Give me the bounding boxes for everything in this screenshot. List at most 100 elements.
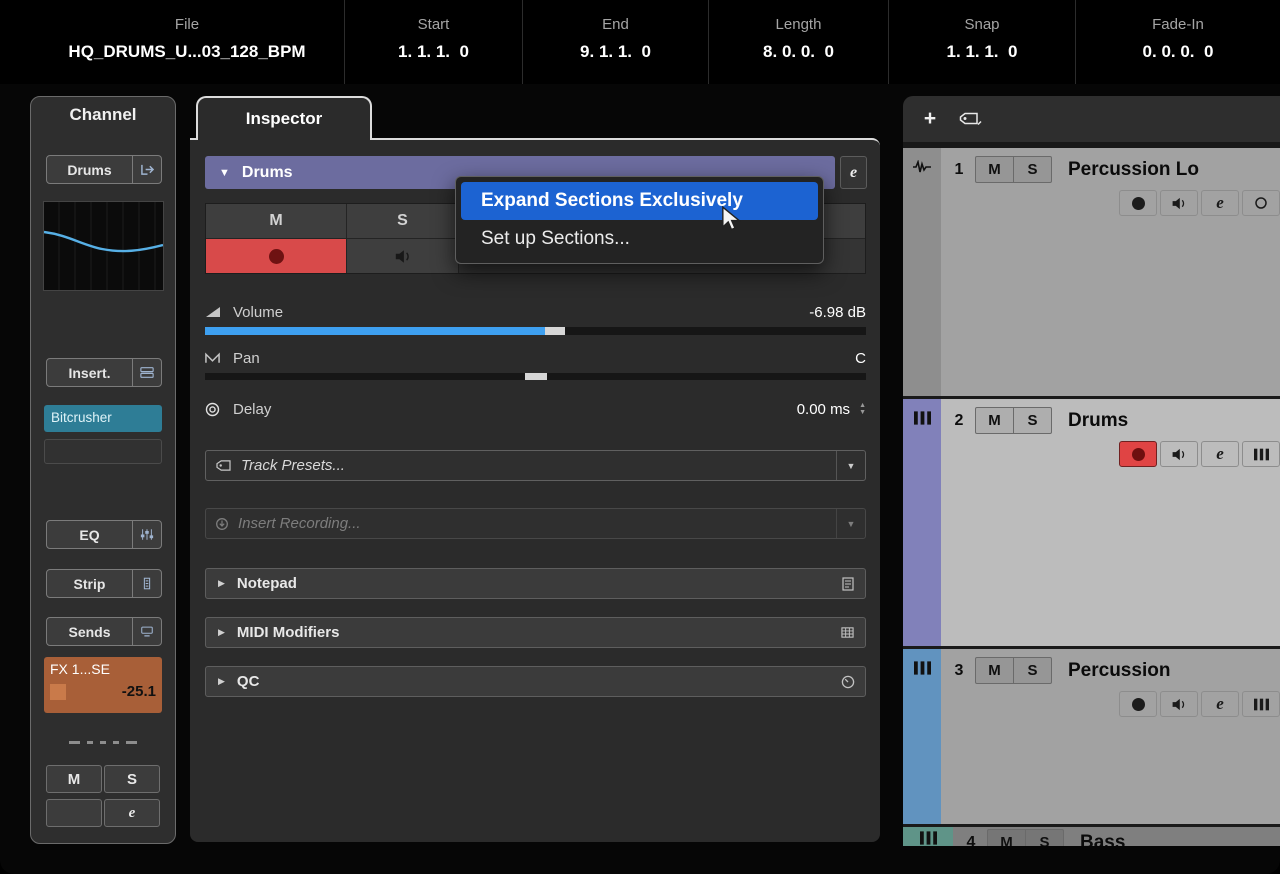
pan-slider[interactable] — [205, 373, 866, 380]
inserts-button[interactable]: Insert. — [46, 358, 162, 387]
piano-keys-icon — [1254, 448, 1269, 461]
track-row-2[interactable]: 2 M S Drums e — [903, 399, 1280, 649]
channel-mute-button[interactable]: M — [46, 765, 102, 793]
info-value-length[interactable]: 8. 0. 0. 0 — [763, 42, 834, 62]
eq-icon[interactable] — [132, 521, 161, 548]
track-solo-button[interactable]: S — [1026, 830, 1063, 846]
qc-label: QC — [237, 673, 260, 690]
channel-solo-button[interactable]: S — [104, 765, 160, 793]
record-enable-button[interactable] — [206, 239, 346, 273]
delay-stepper[interactable]: ▲▼ — [859, 402, 866, 416]
insert-rack-icon[interactable] — [132, 359, 161, 386]
info-label-file: File — [175, 16, 199, 33]
track-mute-button[interactable]: M — [976, 157, 1014, 182]
track-record-button[interactable] — [1119, 441, 1157, 467]
info-col-fadein: Fade-In 0. 0. 0. 0 — [1076, 0, 1280, 84]
stepper-down-icon[interactable]: ▼ — [859, 409, 866, 416]
monitor-button[interactable] — [347, 239, 458, 273]
channel-blank-button[interactable] — [46, 799, 102, 827]
channel-strip-icon[interactable] — [132, 570, 161, 597]
inspector-mute-button[interactable]: M — [206, 204, 346, 238]
track-presets-combo[interactable]: Track Presets... ▼ — [205, 450, 866, 481]
track-record-button[interactable] — [1119, 190, 1157, 216]
track-name[interactable]: Bass — [1080, 832, 1125, 847]
add-track-button[interactable]: + — [915, 105, 945, 133]
channel-mute-solo-row: M S — [46, 765, 160, 793]
track-3-color-strip[interactable] — [903, 649, 941, 824]
track-mute-button[interactable]: M — [988, 830, 1026, 846]
track-mute-button[interactable]: M — [976, 658, 1014, 683]
stepper-up-icon[interactable]: ▲ — [859, 402, 866, 409]
menu-item-set-up-sections[interactable]: Set up Sections... — [461, 220, 818, 258]
insert-recording-combo[interactable]: Insert Recording... ▼ — [205, 508, 866, 539]
section-notepad[interactable]: ▶ Notepad — [205, 568, 866, 599]
track-solo-button[interactable]: S — [1014, 658, 1051, 683]
pan-value[interactable]: C — [855, 350, 866, 367]
track-edit-button[interactable]: e — [1201, 190, 1239, 216]
track-presets-dropdown-icon[interactable]: ▼ — [836, 451, 865, 480]
track-freeze-button[interactable] — [1242, 190, 1280, 216]
strip-button[interactable]: Strip — [46, 569, 162, 598]
tab-inspector[interactable]: Inspector — [196, 96, 372, 140]
info-value-fadein[interactable]: 0. 0. 0. 0 — [1143, 42, 1214, 62]
track-name[interactable]: Percussion — [1068, 660, 1170, 682]
track-open-editor-button[interactable] — [1242, 691, 1280, 717]
channel-route-button[interactable]: Drums — [46, 155, 162, 184]
track-edit-button[interactable]: e — [1201, 441, 1239, 467]
track-solo-button[interactable]: S — [1014, 157, 1051, 182]
pan-slider-handle[interactable] — [525, 373, 547, 380]
volume-slider[interactable] — [205, 327, 866, 335]
track-monitor-button[interactable] — [1160, 691, 1198, 717]
pan-icon — [205, 352, 225, 364]
track-record-button[interactable] — [1119, 691, 1157, 717]
track-row-4[interactable]: 4 M S Bass — [903, 827, 1280, 846]
track-row-1[interactable]: 1 M S Percussion Lo e — [903, 148, 1280, 399]
track-solo-button[interactable]: S — [1014, 408, 1051, 433]
fx-send-slot[interactable]: FX 1...SE -25.1 — [44, 657, 162, 713]
section-midi-modifiers[interactable]: ▶ MIDI Modifiers — [205, 617, 866, 648]
delay-label: Delay — [233, 401, 271, 418]
info-value-file[interactable]: HQ_DRUMS_U...03_128_BPM — [68, 42, 305, 62]
info-col-snap: Snap 1. 1. 1. 0 — [889, 0, 1076, 84]
channel-edit-button[interactable]: e — [104, 799, 160, 827]
track-monitor-button[interactable] — [1160, 190, 1198, 216]
insert-recording-dropdown-icon[interactable]: ▼ — [836, 509, 865, 538]
track-preset-button[interactable] — [955, 105, 985, 133]
track-name[interactable]: Percussion Lo — [1068, 159, 1199, 181]
track-edit-button[interactable]: e — [1201, 691, 1239, 717]
expand-arrow-icon[interactable]: ▶ — [218, 676, 225, 687]
insert-slot-empty[interactable] — [44, 439, 162, 464]
eq-label: EQ — [47, 521, 132, 548]
menu-item-expand-sections-exclusively[interactable]: Expand Sections Exclusively — [461, 182, 818, 220]
channel-curve — [44, 202, 163, 290]
piano-keys-icon — [914, 661, 931, 675]
info-value-start[interactable]: 1. 1. 1. 0 — [398, 42, 469, 62]
track-mute-solo: M S — [975, 657, 1052, 684]
volume-slider-handle[interactable] — [545, 327, 565, 335]
info-value-end[interactable]: 9. 1. 1. 0 — [580, 42, 651, 62]
volume-value[interactable]: -6.98 dB — [809, 304, 866, 321]
inspector-solo-button[interactable]: S — [347, 204, 458, 238]
eq-button[interactable]: EQ — [46, 520, 162, 549]
delay-value[interactable]: 0.00 ms — [797, 401, 850, 418]
track-row-3[interactable]: 3 M S Percussion e — [903, 649, 1280, 827]
expand-arrow-icon[interactable]: ▶ — [218, 578, 225, 589]
inspector-edit-button[interactable]: e — [840, 156, 867, 189]
insert-slot-bitcrusher[interactable]: Bitcrusher — [44, 405, 162, 432]
sends-icon[interactable] — [132, 618, 161, 645]
track-1-color-strip[interactable] — [903, 148, 941, 396]
channel-curve-display[interactable] — [43, 201, 164, 291]
info-value-snap[interactable]: 1. 1. 1. 0 — [947, 42, 1018, 62]
track-name[interactable]: Drums — [1068, 410, 1128, 432]
sends-button[interactable]: Sends — [46, 617, 162, 646]
track-mute-button[interactable]: M — [976, 408, 1014, 433]
output-routing-icon[interactable] — [132, 156, 161, 183]
knob-icon — [841, 675, 855, 689]
track-2-color-strip[interactable] — [903, 399, 941, 646]
track-monitor-button[interactable] — [1160, 441, 1198, 467]
collapse-arrow-icon[interactable]: ▼ — [219, 167, 230, 179]
track-4-color-strip[interactable] — [903, 827, 953, 846]
expand-arrow-icon[interactable]: ▶ — [218, 627, 225, 638]
section-qc[interactable]: ▶ QC — [205, 666, 866, 697]
track-open-editor-button[interactable] — [1242, 441, 1280, 467]
